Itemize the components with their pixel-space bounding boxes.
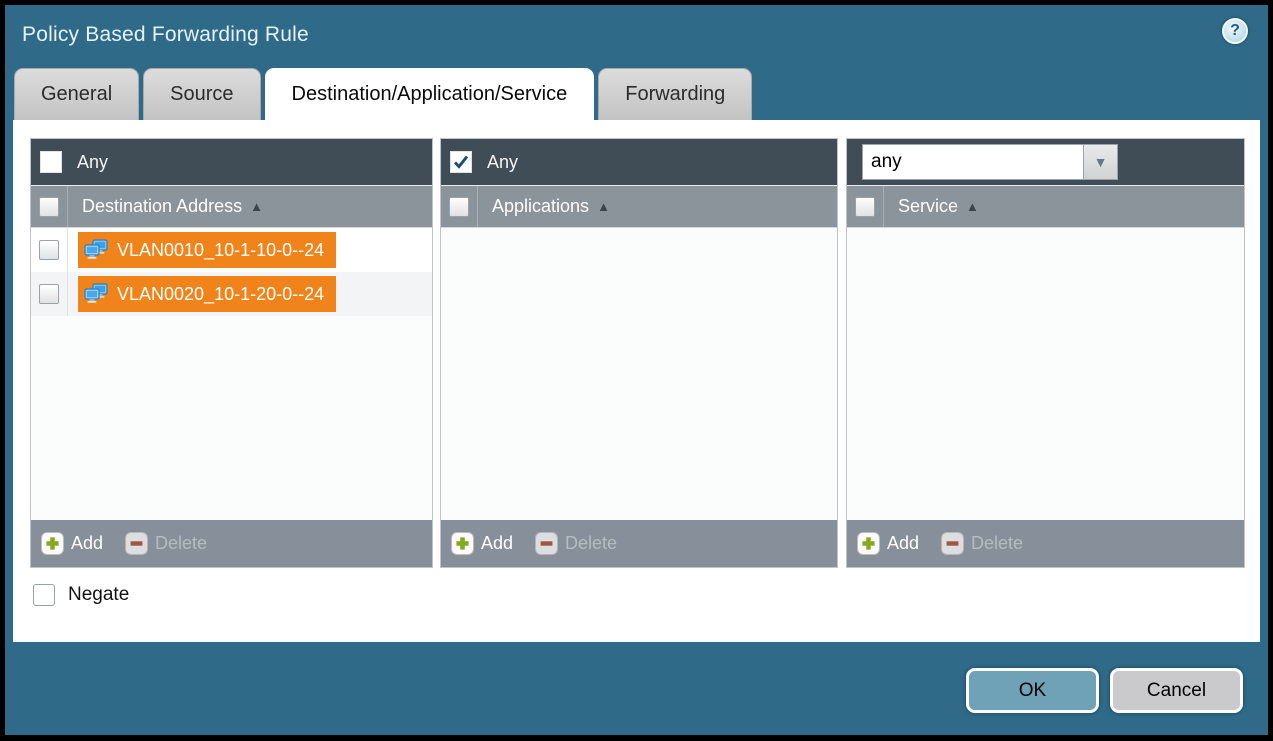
table-row: VLAN0010_10-1-10-0--24 [31, 228, 432, 272]
header-separator [67, 186, 68, 227]
sort-asc-icon: ▲ [250, 199, 263, 214]
sort-asc-icon: ▲ [966, 199, 979, 214]
delete-button-label: Delete [155, 533, 207, 554]
service-panel: any ▼ Service ▲ Add [846, 138, 1245, 568]
add-icon [857, 532, 880, 555]
service-header-label: Service [898, 196, 958, 217]
service-header[interactable]: Service ▲ [847, 185, 1244, 228]
network-address-icon [83, 239, 110, 261]
add-button[interactable]: Add [857, 532, 919, 555]
service-dropdown-bar: any ▼ [847, 139, 1244, 185]
service-footer: Add Delete [847, 520, 1244, 567]
dialog-title: Policy Based Forwarding Rule [22, 23, 309, 47]
delete-button-label: Delete [971, 533, 1023, 554]
applications-any-bar: Any [441, 139, 837, 185]
tab-bar: General Source Destination/Application/S… [14, 67, 752, 120]
row-checkbox[interactable] [39, 240, 59, 260]
destination-address-header-label: Destination Address [82, 196, 242, 217]
service-select-all-checkbox[interactable] [855, 197, 875, 217]
address-object-label: VLAN0020_10-1-20-0--24 [117, 284, 324, 305]
destination-any-checkbox[interactable] [40, 151, 62, 173]
checkmark-icon [452, 153, 470, 171]
delete-button[interactable]: Delete [535, 532, 617, 555]
header-separator [477, 186, 478, 227]
destination-address-header[interactable]: Destination Address ▲ [31, 185, 432, 228]
tab-general[interactable]: General [14, 68, 139, 120]
address-object-chip[interactable]: VLAN0010_10-1-10-0--24 [78, 232, 336, 268]
table-row: VLAN0020_10-1-20-0--24 [31, 272, 432, 316]
pbf-rule-dialog: Policy Based Forwarding Rule ? General S… [5, 5, 1268, 735]
destination-any-label: Any [77, 152, 108, 173]
network-address-icon [83, 283, 110, 305]
add-icon [41, 532, 64, 555]
negate-checkbox[interactable] [33, 584, 55, 606]
destination-any-bar: Any [31, 139, 432, 185]
applications-any-label: Any [487, 152, 518, 173]
applications-list [441, 228, 837, 520]
tab-source[interactable]: Source [143, 68, 260, 120]
row-content-cell: VLAN0020_10-1-20-0--24 [68, 272, 432, 316]
ok-button[interactable]: OK [966, 668, 1099, 713]
help-icon[interactable]: ? [1222, 18, 1248, 44]
add-button-label: Add [481, 533, 513, 554]
tab-content: Any Destination Address ▲ [13, 120, 1260, 642]
add-button[interactable]: Add [451, 532, 513, 555]
delete-icon [125, 532, 148, 555]
add-button-label: Add [887, 533, 919, 554]
applications-panel: Any Applications ▲ Add [440, 138, 838, 568]
address-object-chip[interactable]: VLAN0020_10-1-20-0--24 [78, 276, 336, 312]
negate-option: Negate [33, 582, 129, 608]
dropdown-arrow-icon[interactable]: ▼ [1084, 144, 1118, 180]
delete-icon [941, 532, 964, 555]
applications-header[interactable]: Applications ▲ [441, 185, 837, 228]
delete-icon [535, 532, 558, 555]
row-checkbox[interactable] [39, 284, 59, 304]
tab-forwarding[interactable]: Forwarding [598, 68, 752, 120]
tab-destination-application-service[interactable]: Destination/Application/Service [265, 68, 595, 120]
service-list [847, 228, 1244, 520]
destination-address-list: VLAN0010_10-1-10-0--24 [31, 228, 432, 520]
delete-button[interactable]: Delete [125, 532, 207, 555]
add-button-label: Add [71, 533, 103, 554]
destination-address-footer: Add Delete [31, 520, 432, 567]
dialog-button-row: OK Cancel [966, 668, 1243, 713]
row-content-cell: VLAN0010_10-1-10-0--24 [68, 228, 432, 272]
applications-select-all-checkbox[interactable] [449, 197, 469, 217]
applications-footer: Add Delete [441, 520, 837, 567]
add-icon [451, 532, 474, 555]
negate-label: Negate [68, 584, 129, 606]
destination-address-panel: Any Destination Address ▲ [30, 138, 433, 568]
sort-asc-icon: ▲ [597, 199, 610, 214]
delete-button-label: Delete [565, 533, 617, 554]
header-separator [883, 186, 884, 227]
destination-select-all-checkbox[interactable] [39, 197, 59, 217]
service-type-value[interactable]: any [862, 144, 1084, 180]
address-object-label: VLAN0010_10-1-10-0--24 [117, 240, 324, 261]
applications-any-checkbox[interactable] [450, 151, 472, 173]
applications-header-label: Applications [492, 196, 589, 217]
service-type-dropdown[interactable]: any ▼ [862, 144, 1118, 180]
delete-button[interactable]: Delete [941, 532, 1023, 555]
dialog-titlebar: Policy Based Forwarding Rule ? [5, 5, 1268, 67]
row-checkbox-cell [31, 228, 68, 272]
row-checkbox-cell [31, 272, 68, 316]
add-button[interactable]: Add [41, 532, 103, 555]
cancel-button[interactable]: Cancel [1110, 668, 1243, 713]
